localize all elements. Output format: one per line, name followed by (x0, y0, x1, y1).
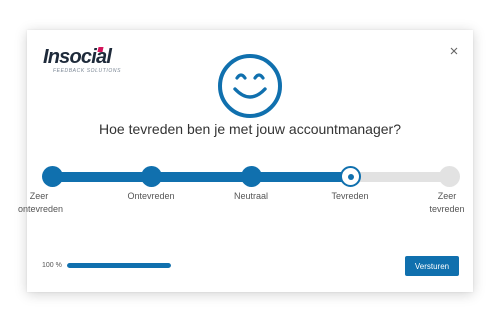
scale-label-tevreden: Tevreden (331, 191, 369, 201)
survey-dialog: Insocial FEEDBACK SOLUTIONS Hoe tevreden… (18, 30, 473, 292)
progress-bar (67, 263, 171, 268)
scale-label-zeer-tevreden: Zeer tevreden (429, 191, 465, 214)
scale-option-zeer-ontevreden[interactable] (42, 166, 63, 187)
survey-question: Hoe tevreden ben je met jouw accountmana… (99, 121, 401, 137)
logo-tagline: FEEDBACK SOLUTIONS (53, 68, 122, 74)
logo-accent-mark (97, 47, 104, 52)
progress-bar-fill (67, 263, 171, 268)
scale-track-filled (49, 172, 349, 182)
scale-option-neutraal[interactable] (241, 166, 262, 187)
insocial-logo: Insocial FEEDBACK SOLUTIONS (43, 46, 133, 78)
scale-option-ontevreden[interactable] (141, 166, 162, 187)
scale-track-empty (349, 172, 450, 182)
close-icon (450, 47, 458, 55)
smiley-face-icon (218, 54, 282, 118)
scale-label-neutraal: Neutraal (233, 191, 269, 201)
progress-percentage: 100 % (42, 262, 62, 269)
submit-button[interactable]: Versturen (405, 256, 459, 276)
scale-option-tevreden[interactable] (340, 166, 361, 187)
scale-option-zeer-tevreden[interactable] (439, 166, 460, 187)
close-button[interactable] (447, 44, 461, 58)
scale-label-zeer-ontevreden: Zeer ontevreden (18, 191, 64, 214)
satisfaction-scale: Zeer ontevreden Ontevreden Neutraal Tevr… (18, 164, 473, 224)
scale-label-ontevreden: Ontevreden (127, 191, 175, 201)
